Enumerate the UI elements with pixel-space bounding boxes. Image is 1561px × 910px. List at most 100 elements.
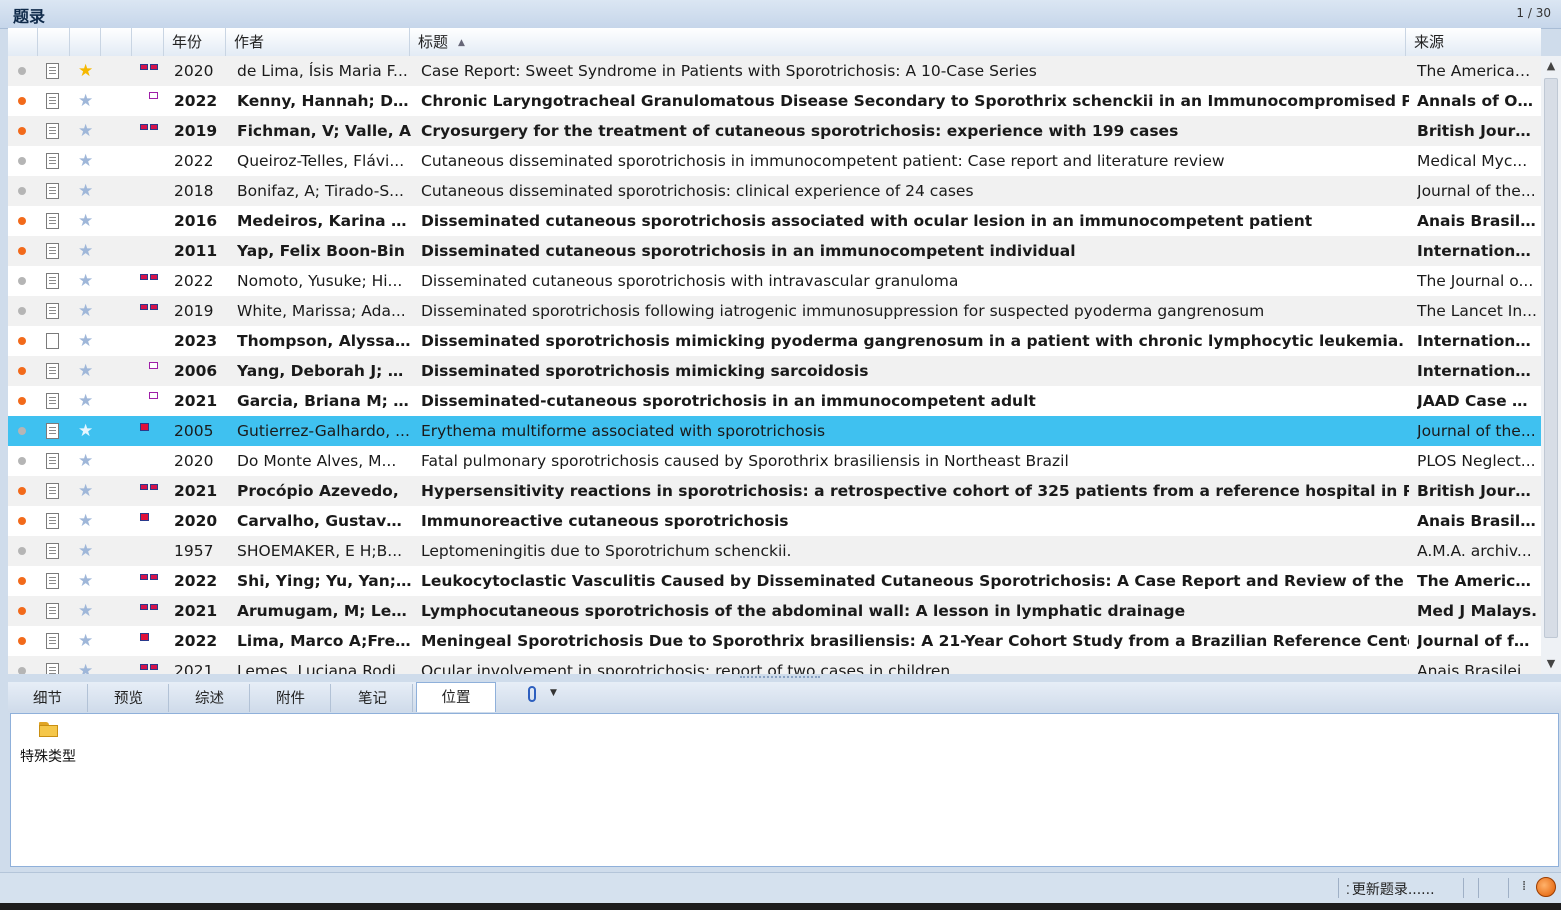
attachment-cell[interactable]: [132, 596, 162, 626]
column-header-year[interactable]: 年份: [164, 28, 226, 56]
star-icon[interactable]: ★: [78, 176, 93, 206]
file-cell[interactable]: [38, 296, 68, 326]
star-icon[interactable]: ★: [78, 116, 93, 146]
file-cell[interactable]: [38, 266, 68, 296]
attachment-cell[interactable]: [132, 656, 162, 674]
attachment-cell[interactable]: [132, 506, 162, 536]
table-row[interactable]: ★ 1957 SHOEMAKER, E H;B... Leptomeningitis …: [8, 536, 1541, 566]
read-status-icon[interactable]: [18, 577, 26, 585]
star-icon[interactable]: ★: [78, 626, 93, 656]
read-status-cell[interactable]: [8, 176, 38, 206]
read-status-icon[interactable]: [18, 127, 26, 135]
read-status-cell[interactable]: [8, 476, 38, 506]
rating-cell[interactable]: ★: [70, 296, 100, 326]
star-icon[interactable]: ★: [78, 536, 93, 566]
read-status-cell[interactable]: [8, 536, 38, 566]
rating-cell[interactable]: ★: [70, 626, 100, 656]
file-cell[interactable]: [38, 116, 68, 146]
tab-2[interactable]: 综述: [170, 684, 250, 712]
table-row[interactable]: ★ 2020 Do Monte Alves, M... Fatal pulmonary…: [8, 446, 1541, 476]
table-row[interactable]: ★ 2006 Yang, Deborah J; Kri Disseminated sp…: [8, 356, 1541, 386]
rating-cell[interactable]: ★: [70, 116, 100, 146]
star-icon[interactable]: ★: [78, 476, 93, 506]
attachment-cell[interactable]: [132, 116, 162, 146]
read-status-icon[interactable]: [18, 427, 26, 435]
rating-cell[interactable]: ★: [70, 206, 100, 236]
column-header-author[interactable]: 作者: [226, 28, 410, 56]
attachment-dropdown-button[interactable]: ▼: [528, 686, 568, 708]
file-cell[interactable]: [38, 176, 68, 206]
attachment-cell[interactable]: [132, 386, 162, 416]
table-row[interactable]: ★ 2023 Thompson, Alyssa ... Disseminated sp…: [8, 326, 1541, 356]
table-row[interactable]: ★ 2022 Lima, Marco A;Freit. Meningeal Sporo…: [8, 626, 1541, 656]
table-row[interactable]: ★ 2020 de Lima, Ísis Maria F... Case Report…: [8, 56, 1541, 86]
read-status-cell[interactable]: [8, 446, 38, 476]
star-icon[interactable]: ★: [78, 566, 93, 596]
tab-0[interactable]: 细节: [8, 684, 88, 712]
attachment-cell[interactable]: [132, 566, 162, 596]
attachment-cell[interactable]: [132, 476, 162, 506]
rating-cell[interactable]: ★: [70, 506, 100, 536]
read-status-cell[interactable]: [8, 326, 38, 356]
star-icon[interactable]: ★: [78, 446, 93, 476]
attachment-cell[interactable]: [132, 146, 162, 176]
rating-cell[interactable]: ★: [70, 176, 100, 206]
column-header-attachment[interactable]: [132, 28, 164, 56]
column-header-source[interactable]: 来源: [1406, 28, 1541, 56]
table-row[interactable]: ★ 2022 Queiroz-Telles, Flávi... Cutaneous d…: [8, 146, 1541, 176]
update-references-status[interactable]: ⁚ 更新题录......: [1346, 879, 1435, 899]
read-status-cell[interactable]: [8, 356, 38, 386]
table-row[interactable]: ★ 2018 Bonifaz, A; Tirado-S... Cutaneous di…: [8, 176, 1541, 206]
read-status-icon[interactable]: [18, 217, 26, 225]
attachment-cell[interactable]: [132, 236, 162, 266]
rating-cell[interactable]: ★: [70, 596, 100, 626]
file-cell[interactable]: [38, 56, 68, 86]
table-row[interactable]: ★ 2021 Procópio Azevedo, Hypersensitivity r…: [8, 476, 1541, 506]
column-header-read[interactable]: [8, 28, 38, 56]
read-status-cell[interactable]: [8, 626, 38, 656]
attachment-cell[interactable]: [132, 56, 162, 86]
attachment-cell[interactable]: [132, 266, 162, 296]
file-cell[interactable]: [38, 656, 68, 674]
tab-4[interactable]: 笔记: [333, 684, 413, 712]
read-status-icon[interactable]: [18, 667, 26, 674]
file-cell[interactable]: [38, 236, 68, 266]
read-status-icon[interactable]: [18, 337, 26, 345]
vertical-scrollbar[interactable]: ▲ ▼: [1541, 56, 1561, 674]
rating-cell[interactable]: ★: [70, 356, 100, 386]
star-icon[interactable]: ★: [78, 86, 93, 116]
file-cell[interactable]: [38, 566, 68, 596]
column-header-file[interactable]: [38, 28, 70, 56]
read-status-icon[interactable]: [18, 637, 26, 645]
table-row[interactable]: ★ 2019 White, Marissa; Ada... Disseminated …: [8, 296, 1541, 326]
tab-1[interactable]: 预览: [89, 684, 169, 712]
table-row[interactable]: ★ 2011 Yap, Felix Boon-Bin Disseminated cut…: [8, 236, 1541, 266]
column-header-blank[interactable]: [101, 28, 132, 56]
star-icon[interactable]: ★: [78, 596, 93, 626]
pane-splitter-handle[interactable]: [740, 676, 820, 680]
table-row[interactable]: ★ 2021 Arumugam, M; Leel. Lymphocutaneous s…: [8, 596, 1541, 626]
file-cell[interactable]: [38, 386, 68, 416]
star-icon[interactable]: ★: [78, 206, 93, 236]
rating-cell[interactable]: ★: [70, 56, 100, 86]
file-cell[interactable]: [38, 326, 68, 356]
read-status-icon[interactable]: [18, 97, 26, 105]
read-status-icon[interactable]: [18, 367, 26, 375]
attachment-cell[interactable]: [132, 446, 162, 476]
read-status-icon[interactable]: [18, 397, 26, 405]
read-status-icon[interactable]: [18, 187, 26, 195]
rating-cell[interactable]: ★: [70, 536, 100, 566]
file-cell[interactable]: [38, 506, 68, 536]
file-cell[interactable]: [38, 206, 68, 236]
read-status-cell[interactable]: [8, 566, 38, 596]
star-icon[interactable]: ★: [78, 506, 93, 536]
rating-cell[interactable]: ★: [70, 266, 100, 296]
attachment-cell[interactable]: [132, 536, 162, 566]
star-icon[interactable]: ★: [78, 296, 93, 326]
online-status-icon[interactable]: [1536, 877, 1556, 897]
star-icon[interactable]: ★: [78, 56, 93, 86]
star-icon[interactable]: ★: [78, 266, 93, 296]
table-row[interactable]: ★ 2016 Medeiros, Karina Bit Disseminated cu…: [8, 206, 1541, 236]
read-status-cell[interactable]: [8, 236, 38, 266]
table-row[interactable]: ★ 2022 Shi, Ying; Yu, Yan; Li. Leukocytocla…: [8, 566, 1541, 596]
